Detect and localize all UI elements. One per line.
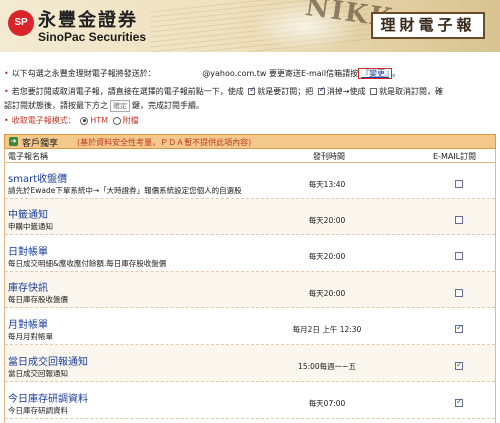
newsletter-desc: 每日成交明細&應收應付餘額.每日庫存股收盤價 [8,259,167,268]
newsletter-desc: 今日庫存研調資料 [8,406,68,415]
subscribe-checkbox[interactable] [455,216,463,224]
newsletter-table: 電子報名稱 發刊時間 E-MAIL訂閱 smart收盤價 請先於Ewade下單系… [4,149,496,423]
newsletter-desc: 當日成交回報通知 [8,369,68,378]
subscribe-instructions-line: •若您要訂閱或取消電子報，請直接在選擇的電子報前點一下，使成 就是要訂閱；把 消… [4,85,443,97]
confirm-key-sample: 確定 [110,100,130,112]
email-info-line: • 以下勾選之永豐金理財電子報將發送於： @yahoo.com.tw 要更寄送E-… [4,68,401,79]
receive-mode-line: • 收取電子報模式： HTM 附檔 [4,116,139,125]
arrow-right-icon: ➜ [9,137,18,146]
column-header-name: 電子報名稱 [8,152,48,161]
newsletter-name-link[interactable]: 當日成交回報通知 [8,353,88,368]
column-header-subscribe: E-MAIL訂閱 [433,152,477,161]
publish-time: 每天20:00 [308,216,346,225]
publish-time: 每天07:00 [308,399,346,408]
newsletter-name-link[interactable]: smart收盤價 [8,170,67,185]
table-row: 中籤通知 申購中籤通知 每天20:00 [5,199,495,235]
newsletter-name-link[interactable]: 月對帳單 [8,316,48,331]
subscribe-checkbox[interactable] [455,180,463,188]
subscribe-checkbox[interactable] [455,289,463,297]
newsletter-name-link[interactable]: 中籤通知 [8,206,48,221]
newsletter-desc: 請先於Ewade下單系統中→「大時證券」報價系統設定您個人的自選股 [8,186,242,195]
publish-time: 每天13:40 [308,180,346,189]
bullet-icon: • [4,69,9,78]
column-header-time: 發刊時間 [313,152,345,161]
change-email-link[interactable]: 『變更』 [358,68,393,79]
table-row: 庫存快訊 每日庫存股收盤價 每天20:00 [5,272,495,308]
email-domain: @yahoo.com.tw [202,69,267,78]
enews-title: 理財電子報 [371,12,485,39]
publish-time: 每天20:00 [308,252,346,261]
html-mode-radio[interactable] [80,116,89,125]
section-header: ➜ 客戶獨享 (基於資料安全性考量，ＰＤＡ暫不提供此項內容) [4,134,496,149]
newsletter-name-link[interactable]: 日對帳單 [8,243,48,258]
publish-time: 每天20:00 [308,289,346,298]
newsletter-name-link[interactable]: 庫存快訊 [8,279,48,294]
newsletter-desc: 每月月對帳單 [8,332,53,341]
subscribe-checkbox[interactable] [455,360,463,370]
page: NIKK SP 永豐金證券 SinoPac Securities 理財電子報 •… [0,0,500,423]
brand-name-cn: 永豐金證券 [38,10,138,31]
publish-time: 每月2日 上午 12:30 [292,325,362,334]
sinopac-logo-icon: SP [8,10,34,36]
table-row: 今日庫存研調資料 今日庫存研調資料 每天07:00 [5,382,495,419]
publish-time: 15:00每週一~五 [298,362,356,371]
table-row: 日對帳單 每日成交明細&應收應付餘額.每日庫存股收盤價 每天20:00 [5,235,495,272]
receive-mode-label: 收取電子報模式： [11,116,76,125]
brand-name-en: SinoPac Securities [38,30,147,44]
unchecked-example-icon [370,88,378,95]
bullet-icon: • [4,116,9,125]
section-title: 客戶獨享 [22,139,59,149]
attachment-mode-radio[interactable] [112,116,121,125]
checked-example-icon [317,85,326,95]
section-note: (基於資料安全性考量，ＰＤＡ暫不提供此項內容) [77,138,252,147]
table-row: 月對帳單 每月月對帳單 每月2日 上午 12:30 [5,308,495,345]
table-header: 電子報名稱 發刊時間 E-MAIL訂閱 [5,149,495,163]
subscribe-checkbox[interactable] [455,252,463,260]
bullet-icon: • [4,87,9,96]
table-row: 當日成交回報通知 當日成交回報通知 15:00每週一~五 [5,345,495,382]
subscribe-checkbox[interactable] [455,323,463,333]
header-banner: NIKK SP 永豐金證券 SinoPac Securities 理財電子報 [0,0,500,52]
table-row: smart收盤價 請先於Ewade下單系統中→「大時證券」報價系統設定您個人的自… [5,163,495,199]
newsletter-desc: 每日庫存股收盤價 [8,295,68,304]
checked-example-icon [248,85,256,95]
subscribe-checkbox[interactable] [455,397,463,407]
newsletter-name-link[interactable]: 今日庫存研調資料 [8,390,88,405]
confirm-instructions-line: 認訂閱狀態後，請按最下方之 確定 鍵，完成訂閱手續。 [4,100,204,112]
newsletter-desc: 申購中籤通知 [8,222,53,231]
